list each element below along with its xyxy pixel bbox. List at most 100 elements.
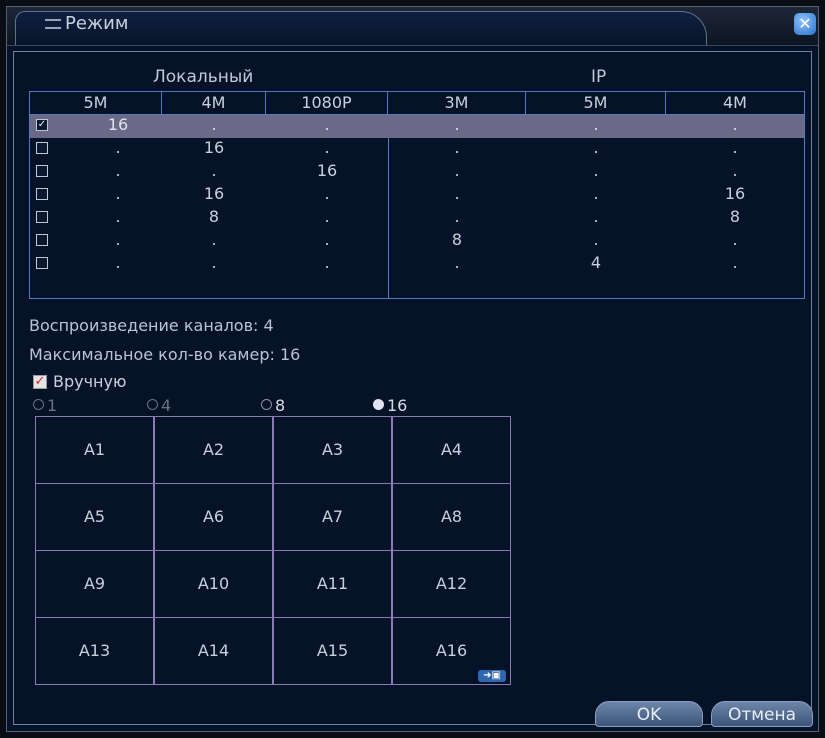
table-cell: . — [324, 138, 330, 157]
camera-label: A2 — [202, 440, 225, 459]
ok-button[interactable]: OK — [595, 701, 703, 727]
table-cell: . — [115, 161, 121, 180]
table-cell: . — [115, 138, 121, 157]
camera-cell[interactable]: A12 — [392, 550, 511, 618]
table-header: 5M 4M 1080P 3M 5M 4M — [30, 92, 804, 115]
table-cell: . — [324, 253, 330, 272]
radio-dot-icon — [33, 399, 44, 410]
table-cell: 4 — [590, 253, 602, 272]
camera-cell[interactable]: A7 — [273, 483, 392, 551]
table-row[interactable]: ✓ 16..... — [30, 115, 804, 138]
camera-cell[interactable]: A14 — [154, 617, 273, 685]
camera-cell[interactable]: A1 — [35, 416, 154, 484]
max-cameras-text: Максимальное кол-во камер: 16 — [29, 345, 301, 364]
camera-label: A8 — [440, 507, 463, 526]
resolution-table: 5M 4M 1080P 3M 5M 4M ✓ 16...... 16...... 16… — [29, 91, 805, 299]
table-cell: 8 — [451, 230, 463, 249]
close-button[interactable]: ✕ — [794, 13, 816, 35]
camera-grid: A1 A2 A3 A4 A5 A6 A7 A8 A9 A10 A11 A12 A13 A14 A15 A16 ➜… — [35, 416, 511, 686]
row-checkbox[interactable] — [36, 142, 48, 154]
table-row[interactable]: ... 8.. — [30, 230, 804, 253]
table-cell: 16 — [107, 115, 129, 134]
camera-cell[interactable]: A5 — [35, 483, 154, 551]
cancel-button[interactable]: Отмена — [711, 701, 813, 727]
table-cell: . — [211, 115, 217, 134]
camera-cell[interactable]: A16 ➜▣ — [392, 617, 511, 685]
table-cell: . — [211, 161, 217, 180]
row-checkbox[interactable]: ✓ — [36, 119, 48, 131]
camera-cell[interactable]: A8 — [392, 483, 511, 551]
swap-icon[interactable]: ➜▣ — [478, 670, 506, 682]
table-cell: . — [115, 207, 121, 226]
row-checkbox[interactable] — [36, 165, 48, 177]
table-row[interactable]: .... 4. — [30, 253, 804, 276]
col-ip-3m: 3M — [388, 92, 526, 114]
table-cell: 16 — [724, 184, 746, 203]
table-cell: . — [211, 230, 217, 249]
camera-cell[interactable]: A11 — [273, 550, 392, 618]
camera-label: A5 — [83, 507, 106, 526]
camera-cell[interactable]: A10 — [154, 550, 273, 618]
radio-label: 4 — [161, 396, 172, 415]
camera-cell[interactable]: A6 — [154, 483, 273, 551]
camera-label: A13 — [78, 641, 111, 660]
camera-cell[interactable]: A3 — [273, 416, 392, 484]
radio-dot-icon — [373, 399, 384, 410]
col-ip-5m: 5M — [526, 92, 666, 114]
camera-label: A12 — [435, 574, 468, 593]
camera-cell[interactable]: A2 — [154, 416, 273, 484]
camera-label: A16 — [435, 641, 468, 660]
radio-dot-icon — [261, 399, 272, 410]
table-cell: . — [732, 253, 738, 272]
manual-checkbox[interactable]: ✓ — [33, 375, 47, 389]
camera-cell[interactable]: A9 — [35, 550, 154, 618]
table-cell: . — [732, 230, 738, 249]
col-local-4m: 4M — [162, 92, 266, 114]
table-cell: . — [211, 253, 217, 272]
table-cell: 16 — [316, 161, 338, 180]
table-cell: . — [593, 161, 599, 180]
radio-label: 8 — [275, 396, 286, 415]
camera-cell[interactable]: A15 — [273, 617, 392, 685]
row-checkbox[interactable] — [36, 257, 48, 269]
table-cell: . — [324, 184, 330, 203]
camera-label: A7 — [321, 507, 344, 526]
table-cell: . — [454, 253, 460, 272]
row-checkbox[interactable] — [36, 188, 48, 200]
camera-cell[interactable]: A13 — [35, 617, 154, 685]
table-cell: 8 — [208, 207, 220, 226]
table-cell: . — [115, 253, 121, 272]
local-group-label: Локальный — [153, 67, 254, 87]
camera-cell[interactable]: A4 — [392, 416, 511, 484]
col-local-1080p: 1080P — [266, 92, 388, 114]
table-cell: . — [454, 207, 460, 226]
table-cell: . — [732, 115, 738, 134]
camera-label: A6 — [202, 507, 225, 526]
table-row[interactable]: . 16... 16 — [30, 184, 804, 207]
col-local-5m: 5M — [30, 92, 162, 114]
row-checkbox[interactable] — [36, 211, 48, 223]
camera-label: A11 — [316, 574, 349, 593]
radio-label: 1 — [47, 396, 58, 415]
ip-group-label: IP — [591, 67, 607, 87]
table-row[interactable]: . 16.... — [30, 138, 804, 161]
window-icon — [45, 19, 61, 29]
table-cell: . — [593, 115, 599, 134]
camera-label: A4 — [440, 440, 463, 459]
radio-label: 16 — [387, 396, 408, 415]
camera-label: A10 — [197, 574, 230, 593]
table-cell: . — [324, 230, 330, 249]
table-cell: . — [454, 161, 460, 180]
mode-dialog: Режим ✕ Локальный IP 5M 4M 1080P 3M 5M 4… — [6, 6, 819, 732]
camera-label: A14 — [197, 641, 230, 660]
table-cell: . — [454, 184, 460, 203]
table-cell: . — [593, 230, 599, 249]
table-row[interactable]: . 8... 8 — [30, 207, 804, 230]
table-cell: . — [454, 115, 460, 134]
table-cell: . — [593, 138, 599, 157]
table-cell: . — [115, 184, 121, 203]
row-checkbox[interactable] — [36, 234, 48, 246]
table-cell: . — [732, 138, 738, 157]
table-row[interactable]: .. 16... — [30, 161, 804, 184]
table-cell: . — [593, 207, 599, 226]
